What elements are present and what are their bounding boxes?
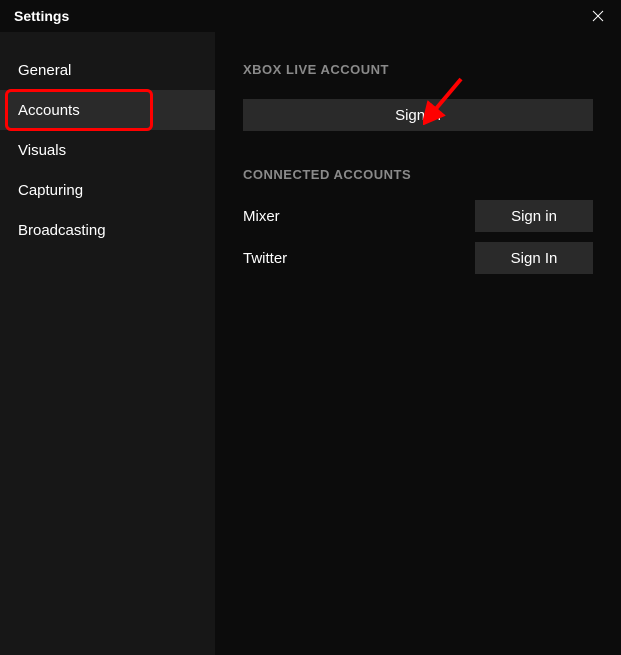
sidebar-item-accounts[interactable]: Accounts — [0, 90, 215, 130]
sidebar-item-label: Broadcasting — [18, 222, 106, 239]
sidebar-item-visuals[interactable]: Visuals — [0, 130, 215, 170]
xbox-signin-button[interactable]: Sign in — [243, 99, 593, 131]
sidebar-item-general[interactable]: General — [0, 50, 215, 90]
titlebar: Settings — [0, 0, 621, 32]
sidebar-item-label: Visuals — [18, 142, 66, 159]
close-button[interactable] — [575, 0, 621, 32]
sidebar: General Accounts Visuals Capturing Broad… — [0, 32, 215, 655]
xbox-section-header: XBOX LIVE ACCOUNT — [243, 62, 593, 77]
account-row-twitter: Twitter Sign In — [243, 242, 593, 274]
mixer-signin-button[interactable]: Sign in — [475, 200, 593, 232]
twitter-signin-button[interactable]: Sign In — [475, 242, 593, 274]
close-icon — [592, 10, 604, 22]
sidebar-item-broadcasting[interactable]: Broadcasting — [0, 210, 215, 250]
sidebar-item-label: General — [18, 62, 71, 79]
account-label: Mixer — [243, 208, 280, 225]
sidebar-item-capturing[interactable]: Capturing — [0, 170, 215, 210]
account-label: Twitter — [243, 250, 287, 267]
account-row-mixer: Mixer Sign in — [243, 200, 593, 232]
sidebar-item-label: Accounts — [18, 102, 80, 119]
connected-section-header: CONNECTED ACCOUNTS — [243, 167, 593, 182]
window-title: Settings — [14, 8, 69, 24]
sidebar-item-label: Capturing — [18, 182, 83, 199]
main-panel: XBOX LIVE ACCOUNT Sign in CONNECTED ACCO… — [215, 32, 621, 655]
